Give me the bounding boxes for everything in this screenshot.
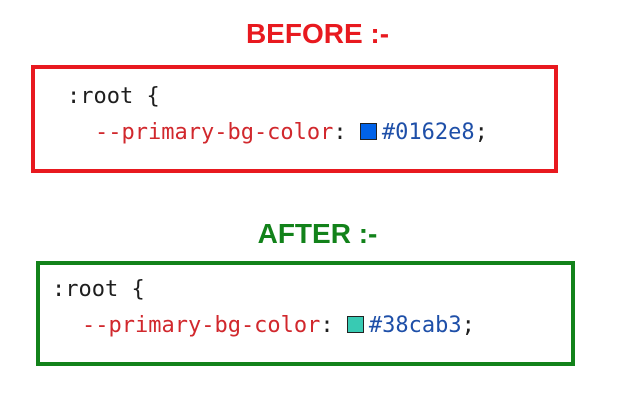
before-declaration-line: --primary-bg-color: #0162e8; — [95, 119, 488, 147]
before-colon: : — [333, 120, 347, 145]
after-open-brace: { — [131, 277, 145, 302]
after-heading: AFTER :- — [257, 218, 378, 249]
after-selector: :root — [52, 277, 119, 302]
after-semicolon: ; — [461, 313, 475, 338]
before-heading: BEFORE :- — [245, 18, 390, 49]
after-colon: : — [320, 313, 334, 338]
before-code-panel: :root { --primary-bg-color: #0162e8; — [31, 65, 558, 173]
after-code-panel: :root { --primary-bg-color: #38cab3; — [36, 261, 575, 366]
before-semicolon: ; — [474, 120, 488, 145]
after-property-name: --primary-bg-color — [82, 313, 321, 338]
before-selector: :root — [67, 84, 134, 109]
before-property-value: #0162e8 — [381, 120, 475, 145]
after-property-value: #38cab3 — [368, 313, 462, 338]
after-color-swatch[interactable] — [346, 316, 364, 333]
before-selector-line: :root { — [67, 83, 160, 111]
before-property-name: --primary-bg-color — [95, 120, 334, 145]
before-color-swatch[interactable] — [359, 123, 377, 140]
after-declaration-line: --primary-bg-color: #38cab3; — [82, 312, 475, 340]
after-selector-line: :root { — [52, 276, 145, 304]
before-open-brace: { — [146, 84, 160, 109]
